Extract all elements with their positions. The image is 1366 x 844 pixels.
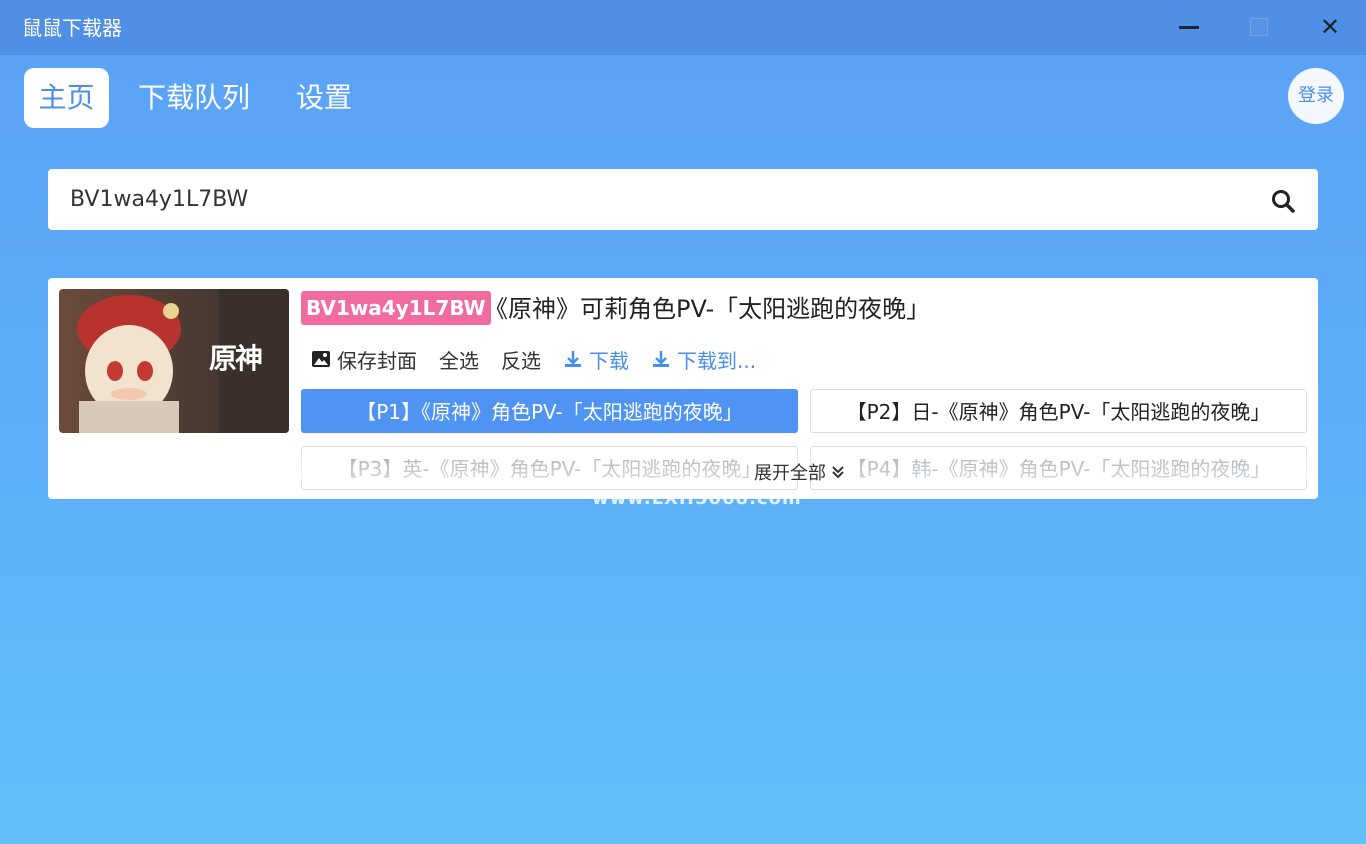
bv-id-badge: BV1wa4y1L7BW xyxy=(301,291,491,325)
double-chevron-down-icon xyxy=(832,466,844,479)
invert-selection-button[interactable]: 反选 xyxy=(501,345,541,374)
search-icon[interactable] xyxy=(1270,188,1296,214)
cover-logo-text: 原神 xyxy=(209,342,263,375)
search-bar xyxy=(48,169,1318,230)
video-toolbar: 保存封面 全选 反选 下载 下载到... xyxy=(311,344,778,374)
search-input[interactable] xyxy=(70,169,1250,230)
expand-all-button[interactable]: 展开全部 xyxy=(754,459,846,485)
save-cover-button[interactable]: 保存封面 xyxy=(311,345,417,374)
tab-download-queue[interactable]: 下载队列 xyxy=(138,68,250,128)
video-card: 原神 BV1wa4y1L7BW 《原神》可莉角色PV-「太阳逃跑的夜晚」 保存封… xyxy=(48,278,1318,499)
close-icon: ✕ xyxy=(1319,13,1341,41)
download-icon xyxy=(565,351,581,367)
video-cover-image: 原神 xyxy=(59,289,289,433)
download-to-label: 下载到... xyxy=(677,348,757,373)
video-title: 《原神》可莉角色PV-「太阳逃跑的夜晚」 xyxy=(484,295,931,323)
image-icon xyxy=(312,351,330,367)
login-button[interactable]: 登录 xyxy=(1288,68,1344,124)
watermark-text: www.LXH5068.com xyxy=(592,488,802,509)
expand-all-label: 展开全部 xyxy=(754,463,826,484)
minimize-button[interactable] xyxy=(1174,12,1204,42)
maximize-icon xyxy=(1250,18,1268,36)
maximize-button[interactable] xyxy=(1244,12,1274,42)
part-item-p1[interactable]: 【P1】《原神》角色PV-「太阳逃跑的夜晚」 xyxy=(301,389,798,433)
save-cover-label: 保存封面 xyxy=(337,348,417,373)
close-button[interactable]: ✕ xyxy=(1315,12,1345,42)
download-to-button[interactable]: 下载到... xyxy=(651,345,756,374)
minimize-icon xyxy=(1179,25,1199,29)
window-title: 鼠鼠下载器 xyxy=(22,16,122,40)
title-bar: 鼠鼠下载器 ✕ xyxy=(0,0,1366,55)
tab-home[interactable]: 主页 xyxy=(24,68,109,128)
download-to-icon xyxy=(653,351,669,367)
tab-settings[interactable]: 设置 xyxy=(296,68,352,128)
download-button[interactable]: 下载 xyxy=(563,345,629,374)
download-label: 下载 xyxy=(589,348,629,373)
part-item-p2[interactable]: 【P2】日-《原神》角色PV-「太阳逃跑的夜晚」 xyxy=(810,389,1307,433)
select-all-button[interactable]: 全选 xyxy=(439,345,479,374)
